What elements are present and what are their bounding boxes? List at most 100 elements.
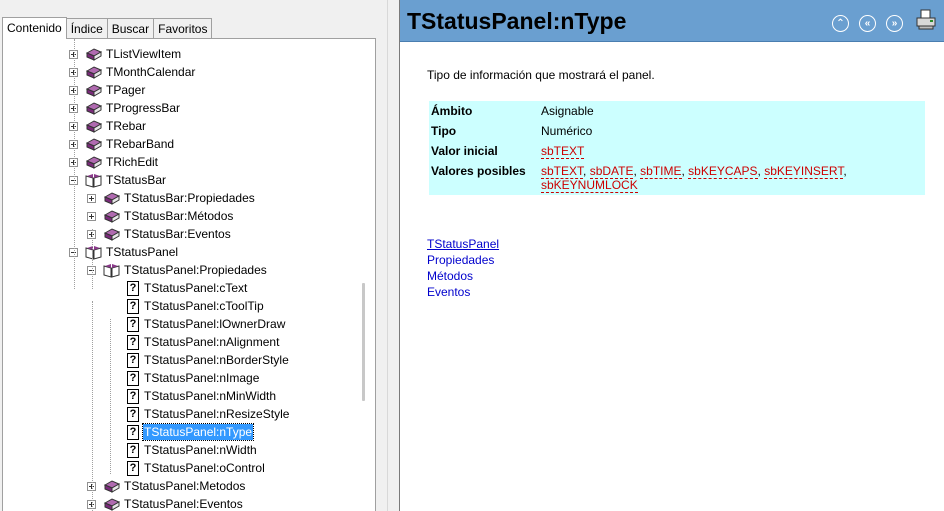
book-closed-icon [103,209,120,223]
tree-item[interactable]: ? TStatusPanel:lOwnerDraw [127,315,286,333]
code-link[interactable]: sbTIME [640,164,682,179]
tree-item-label: TStatusPanel [106,245,179,259]
book-closed-icon [85,83,102,97]
tree-item[interactable]: TStatusBar:Eventos [87,225,232,243]
topic-content: Tipo de información que mostrará el pane… [427,68,927,299]
tree-item-label: TStatusPanel:cText [144,281,248,295]
tree-item[interactable]: TMonthCalendar [69,63,196,81]
tree-item[interactable]: TStatusBar:Métodos [87,207,234,225]
properties-table: Ámbito Asignable Tipo Numérico Valor ini… [429,101,925,195]
tree-connector-line [74,39,75,289]
tree-item[interactable]: ? TStatusPanel:nMinWidth [127,387,277,405]
tree-item[interactable]: TStatusPanel:Eventos [87,495,244,511]
book-closed-icon [85,137,102,151]
expand-icon[interactable] [87,211,96,221]
tree-item[interactable]: TStatusPanel:Metodos [87,477,246,495]
code-link[interactable]: sbKEYINSERT [764,164,844,179]
help-page-icon: ? [127,442,139,458]
tree-item-label: TMonthCalendar [106,65,196,79]
book-closed-icon [85,101,102,115]
row-label: Valores posibles [431,164,526,178]
tree-item-label: TStatusPanel:nMinWidth [144,389,277,403]
code-link[interactable]: sbTEXT [541,164,584,179]
tree-item[interactable]: TPager [69,81,146,99]
tab-favoritos[interactable]: Favoritos [153,18,213,39]
row-value: Asignable [541,104,594,118]
tree-item-label: TProgressBar [106,101,181,115]
code-link[interactable]: sbDATE [589,164,634,179]
topic-header: TStatusPanel:nType ⌃ « » [400,0,944,42]
tree-item[interactable]: ? TStatusPanel:nWidth [127,441,258,459]
tree-item[interactable]: TProgressBar [69,99,181,117]
tree-connector-line [110,319,111,474]
book-closed-icon [85,155,102,169]
print-icon[interactable] [914,8,938,32]
help-page-icon: ? [127,370,139,386]
book-closed-icon [103,479,120,493]
tree-connector-line [92,301,93,511]
code-link[interactable]: sbKEYCAPS [688,164,758,179]
code-link[interactable]: sbKEYNUMLOCK [541,178,638,193]
table-row: Ámbito Asignable [429,101,925,121]
link-metodos[interactable]: Métodos [427,268,499,284]
tree-item-label: TStatusPanel:nBorderStyle [144,353,289,367]
tree-item-label: TStatusPanel:Eventos [124,497,243,511]
book-closed-icon [103,227,120,241]
tree-item[interactable]: ? TStatusPanel:cToolTip [127,297,265,315]
previous-icon[interactable]: « [859,15,876,32]
tree-item[interactable]: TStatusPanel [69,243,179,261]
link-eventos[interactable]: Eventos [427,284,499,300]
tree-item-label: TStatusPanel:Metodos [124,479,246,493]
help-page-icon: ? [127,316,139,332]
tab-buscar[interactable]: Buscar [106,18,155,39]
link-tstatuspanel[interactable]: TStatusPanel [427,236,499,252]
tree-item[interactable]: ? TStatusPanel:cText [127,279,248,297]
related-links: TStatusPanel Propiedades Métodos Eventos [427,236,499,300]
tree-item[interactable]: TStatusPanel:Propiedades [87,261,268,279]
book-closed-icon [85,119,102,133]
topic-pane: TStatusPanel:nType ⌃ « » Tipo de informa… [399,0,944,511]
tree-item-label: TStatusPanel:Propiedades [124,263,267,277]
help-page-icon: ? [127,388,139,404]
tree-item[interactable]: ? TStatusPanel:oControl [127,459,266,477]
contents-tree[interactable]: TListViewItem TMonthCalendar TPager TProgre… [2,38,376,511]
tree-scrollbar-thumb[interactable] [362,283,365,401]
expand-icon[interactable] [87,193,96,203]
tree-item-label: TStatusPanel:nAlignment [144,335,280,349]
tree-connector-line [92,229,93,289]
table-row: Valor inicial sbTEXT [429,141,925,161]
row-label: Tipo [431,124,457,138]
next-icon[interactable]: » [886,15,903,32]
tree-item[interactable]: ? TStatusPanel:nType [127,423,255,441]
book-open-icon [85,173,102,188]
table-row: Tipo Numérico [429,121,925,141]
link-propiedades[interactable]: Propiedades [427,252,499,268]
tree-item-label: TStatusBar:Propiedades [124,191,255,205]
code-link[interactable]: sbTEXT [541,144,585,159]
tree-item[interactable]: TRebarBand [69,135,175,153]
tree-item[interactable]: TListViewItem [69,45,182,63]
tree-item[interactable]: TRebar [69,117,147,135]
tree-item-label: TStatusPanel:oControl [144,461,265,475]
tree-item-label: TStatusBar:Eventos [124,227,231,241]
tab-contenido[interactable]: Contenido [2,17,67,39]
table-row: Valores posibles sbTEXT, sbDATE, sbTIME,… [429,161,925,195]
row-value: Numérico [541,124,593,138]
tree-item[interactable]: TStatusBar:Propiedades [87,189,256,207]
book-open-icon [103,263,120,278]
book-closed-icon [85,65,102,79]
tree-item[interactable]: ? TStatusPanel:nImage [127,369,260,387]
up-icon[interactable]: ⌃ [832,15,849,32]
row-value: sbTEXT [539,141,925,161]
tree-item[interactable]: ? TStatusPanel:nAlignment [127,333,280,351]
tree-item[interactable]: ? TStatusPanel:nResizeStyle [127,405,290,423]
tree-item-label: TStatusPanel:nWidth [144,443,257,457]
pane-splitter[interactable] [387,0,399,511]
nav-tabs: Contenido Índice Buscar Favoritos [2,17,213,39]
help-page-icon: ? [127,406,139,422]
tree-item[interactable]: TRichEdit [69,153,159,171]
tree-item[interactable]: ? TStatusPanel:nBorderStyle [127,351,290,369]
tree-item[interactable]: TStatusBar [69,171,167,189]
tab-indice[interactable]: Índice [65,18,108,39]
tree-item-label: TStatusPanel:lOwnerDraw [144,317,286,331]
